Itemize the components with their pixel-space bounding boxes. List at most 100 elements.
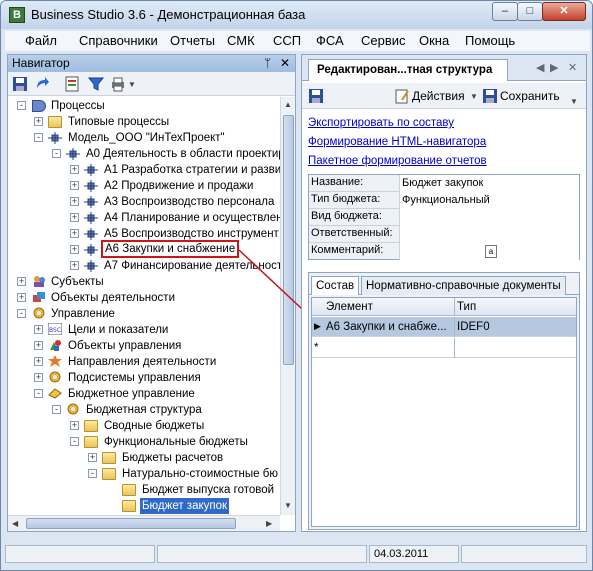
properties-icon[interactable] — [64, 76, 80, 92]
tree-item[interactable]: + А6 Закупки и снабжение — [8, 240, 278, 258]
tree-item[interactable]: + А1 Разработка стратегии и разви — [8, 162, 280, 178]
expand-icon[interactable]: + — [17, 293, 26, 302]
scroll-up-icon[interactable]: ▲ — [284, 100, 292, 109]
expand-icon[interactable]: + — [34, 373, 43, 382]
print-icon[interactable] — [110, 76, 126, 92]
type-cell[interactable]: IDEF0 — [454, 317, 490, 337]
tree-item[interactable]: + Типовые процессы — [8, 114, 278, 130]
print-dropdown-icon[interactable]: ▼ — [128, 80, 136, 89]
expand-icon[interactable]: + — [70, 213, 79, 222]
tab-next-icon[interactable]: ▶ — [550, 61, 558, 74]
menu-references[interactable]: Справочники — [79, 33, 158, 48]
menu-file[interactable]: Файл — [25, 33, 57, 48]
new-row[interactable]: * — [312, 338, 576, 358]
menu-reports[interactable]: Отчеты — [170, 33, 215, 48]
tree-item[interactable]: + Направления деятельности — [8, 354, 278, 370]
refresh-icon[interactable] — [34, 76, 50, 92]
type-cell[interactable] — [454, 338, 455, 358]
expand-icon[interactable]: + — [70, 421, 79, 430]
minimize-button[interactable]: – — [492, 2, 518, 21]
scroll-thumb[interactable] — [283, 115, 294, 365]
expand-icon[interactable]: + — [34, 325, 43, 334]
tree-item[interactable]: - Бюджетная структура — [8, 402, 278, 418]
tree-item[interactable]: + А2 Продвижение и продажи — [8, 178, 278, 194]
menu-smk[interactable]: СМК — [227, 33, 255, 48]
collapse-icon[interactable]: - — [34, 389, 43, 398]
tree-item[interactable]: + А3 Воспроизводство персонала — [8, 194, 278, 210]
expand-icon[interactable]: + — [34, 341, 43, 350]
tab-normative-documents[interactable]: Нормативно-справочные документы — [361, 276, 566, 295]
expand-icon[interactable]: + — [70, 165, 79, 174]
close-button[interactable]: ✕ — [542, 2, 586, 21]
expand-icon[interactable]: + — [34, 117, 43, 126]
batch-reports-link[interactable]: Пакетное формирование отчетов — [308, 155, 487, 167]
toolbar-overflow-icon[interactable]: ▼ — [570, 97, 578, 106]
tree-item[interactable]: - Натурально-стоимостные бю — [8, 466, 278, 482]
text-editor-icon[interactable]: a — [485, 245, 497, 258]
tree-item[interactable]: - Бюджетное управление — [8, 386, 278, 402]
tab-prev-icon[interactable]: ◀ — [536, 61, 544, 74]
tree-item[interactable]: - Функциональные бюджеты — [8, 434, 278, 450]
menu-windows[interactable]: Окна — [419, 33, 449, 48]
expand-icon[interactable]: + — [70, 181, 79, 190]
save-button[interactable]: Сохранить — [500, 89, 560, 103]
tab-composition[interactable]: Состав — [311, 276, 360, 295]
collapse-icon[interactable]: - — [52, 405, 61, 414]
tree-item[interactable]: Бюджет выпуска готовой — [8, 482, 278, 498]
responsible-field[interactable] — [399, 226, 579, 243]
scroll-left-icon[interactable]: ◀ — [12, 519, 18, 528]
collapse-icon[interactable]: - — [17, 309, 26, 318]
tree-item[interactable]: - Модель_ООО "ИнТехПроект" — [8, 130, 278, 146]
expand-icon[interactable]: + — [70, 229, 79, 238]
scroll-down-icon[interactable]: ▼ — [284, 501, 292, 510]
tree-vertical-scrollbar[interactable]: ▲ ▼ — [280, 97, 295, 515]
expand-icon[interactable]: + — [17, 277, 26, 286]
expand-icon[interactable]: + — [70, 245, 79, 254]
actions-dropdown-icon[interactable]: ▼ — [470, 92, 478, 101]
tree-item[interactable]: + А4 Планирование и осуществлен — [8, 210, 280, 226]
menu-service[interactable]: Сервис — [361, 33, 406, 48]
table-row[interactable]: ▶ А6 Закупки и снабже... IDEF0 — [312, 317, 576, 337]
tree-item[interactable]: + Объекты деятельности — [8, 290, 278, 306]
collapse-icon[interactable]: - — [70, 437, 79, 446]
pin-icon[interactable]: ᛘ — [264, 55, 271, 72]
column-element[interactable]: Элемент — [326, 298, 373, 316]
scroll-right-icon[interactable]: ▶ — [266, 519, 272, 528]
menu-ssp[interactable]: ССП — [273, 33, 301, 48]
expand-icon[interactable]: + — [34, 357, 43, 366]
tree-item[interactable]: + Субъекты — [8, 274, 278, 290]
expand-icon[interactable]: + — [70, 197, 79, 206]
collapse-icon[interactable]: - — [17, 101, 26, 110]
tree-item[interactable]: + Подсистемы управления — [8, 370, 278, 386]
tab-close-icon[interactable]: ✕ — [568, 61, 577, 74]
column-type[interactable]: Тип — [454, 298, 476, 316]
collapse-icon[interactable]: - — [34, 133, 43, 142]
name-field[interactable]: Бюджет закупок — [399, 175, 579, 192]
expand-icon[interactable]: + — [88, 453, 97, 462]
tree-item-selected[interactable]: Бюджет закупок — [8, 498, 278, 514]
maximize-button[interactable]: □ — [517, 2, 543, 21]
tree-item[interactable]: + BSC Цели и показатели — [8, 322, 278, 338]
tree-item[interactable]: + Бюджеты расчетов — [8, 450, 278, 466]
tree-horizontal-scrollbar[interactable]: ◀ ▶ — [8, 515, 280, 531]
tree-item[interactable]: + А7 Финансирование деятельност — [8, 258, 280, 274]
tree-item[interactable]: - Управление — [8, 306, 278, 322]
tree-item[interactable]: - Процессы — [8, 98, 278, 114]
html-navigator-link[interactable]: Формирование HTML-навигатора — [308, 136, 486, 148]
budget-type-field[interactable]: Функциональный — [399, 192, 579, 209]
collapse-icon[interactable]: - — [88, 469, 97, 478]
menu-fsa[interactable]: ФСА — [316, 33, 344, 48]
element-cell[interactable]: А6 Закупки и снабже... — [326, 317, 447, 337]
menu-help[interactable]: Помощь — [465, 33, 515, 48]
save-icon[interactable] — [12, 76, 28, 92]
filter-icon[interactable] — [88, 76, 104, 92]
tree-item[interactable]: + Сводные бюджеты — [8, 418, 278, 434]
actions-menu[interactable]: Действия — [412, 89, 465, 103]
budget-kind-field[interactable] — [399, 209, 579, 226]
scroll-thumb[interactable] — [26, 518, 236, 529]
export-by-composition-link[interactable]: Экспортировать по составу — [308, 117, 454, 129]
expand-icon[interactable]: + — [70, 261, 79, 270]
collapse-icon[interactable]: - — [52, 149, 61, 158]
tree-item[interactable]: - А0 Деятельность в области проектир — [8, 146, 280, 162]
tab-budget-structure[interactable]: Редактирован...тная структура — [308, 59, 508, 81]
